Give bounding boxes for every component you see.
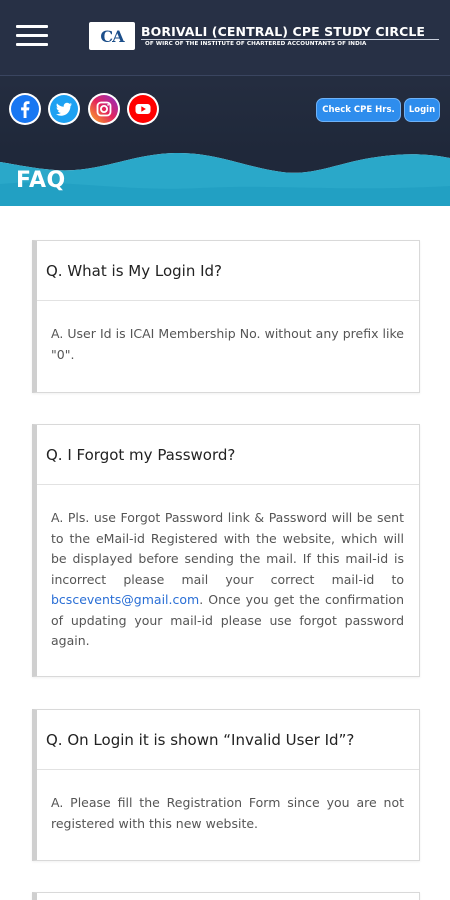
hamburger-menu-icon[interactable]	[16, 25, 48, 47]
faq-card: Q. What is My Login Id? A. User Id is IC…	[32, 240, 420, 393]
site-title: BORIVALI (CENTRAL) CPE STUDY CIRCLE	[141, 24, 426, 39]
faq-question[interactable]: Q. What is My Login Id?	[37, 241, 419, 301]
page-title: FAQ	[16, 168, 66, 193]
title-divider	[141, 39, 439, 40]
logo-text: CA	[100, 26, 124, 46]
faq-answer: A. Pls. use Forgot Password link & Passw…	[37, 485, 419, 652]
wave-banner	[0, 148, 450, 206]
faq-question[interactable]: Q. I Forgot my Password?	[37, 425, 419, 485]
ca-logo: CA	[89, 22, 135, 50]
faq-answer: A. User Id is ICAI Membership No. withou…	[51, 326, 404, 362]
top-bar: CA BORIVALI (CENTRAL) CPE STUDY CIRCLE O…	[0, 0, 450, 76]
faq-question[interactable]: Q. On Login it is shown “Invalid User Id…	[37, 710, 419, 770]
email-link[interactable]: bcscevents@gmail.com	[51, 592, 199, 607]
check-cpe-hours-button[interactable]: Check CPE Hrs.	[316, 98, 401, 122]
twitter-icon[interactable]	[48, 93, 80, 125]
faq-card: Q. On Login it is shown “Invalid User Id…	[32, 709, 420, 861]
faq-answer: A. Please fill the Registration Form sin…	[51, 795, 404, 831]
site-header: CA BORIVALI (CENTRAL) CPE STUDY CIRCLE O…	[0, 0, 450, 150]
faq-card: Q. I Forgot my Password? A. Pls. use For…	[32, 424, 420, 677]
site-subtitle: OF WIRC OF THE INSTITUTE OF CHARTERED AC…	[145, 41, 367, 47]
faq-answer-text: A. Pls. use Forgot Password link & Passw…	[51, 510, 404, 587]
login-button[interactable]: Login	[404, 98, 440, 122]
youtube-icon[interactable]	[127, 93, 159, 125]
instagram-icon[interactable]	[88, 93, 120, 125]
facebook-icon[interactable]	[9, 93, 41, 125]
faq-card	[32, 892, 420, 900]
